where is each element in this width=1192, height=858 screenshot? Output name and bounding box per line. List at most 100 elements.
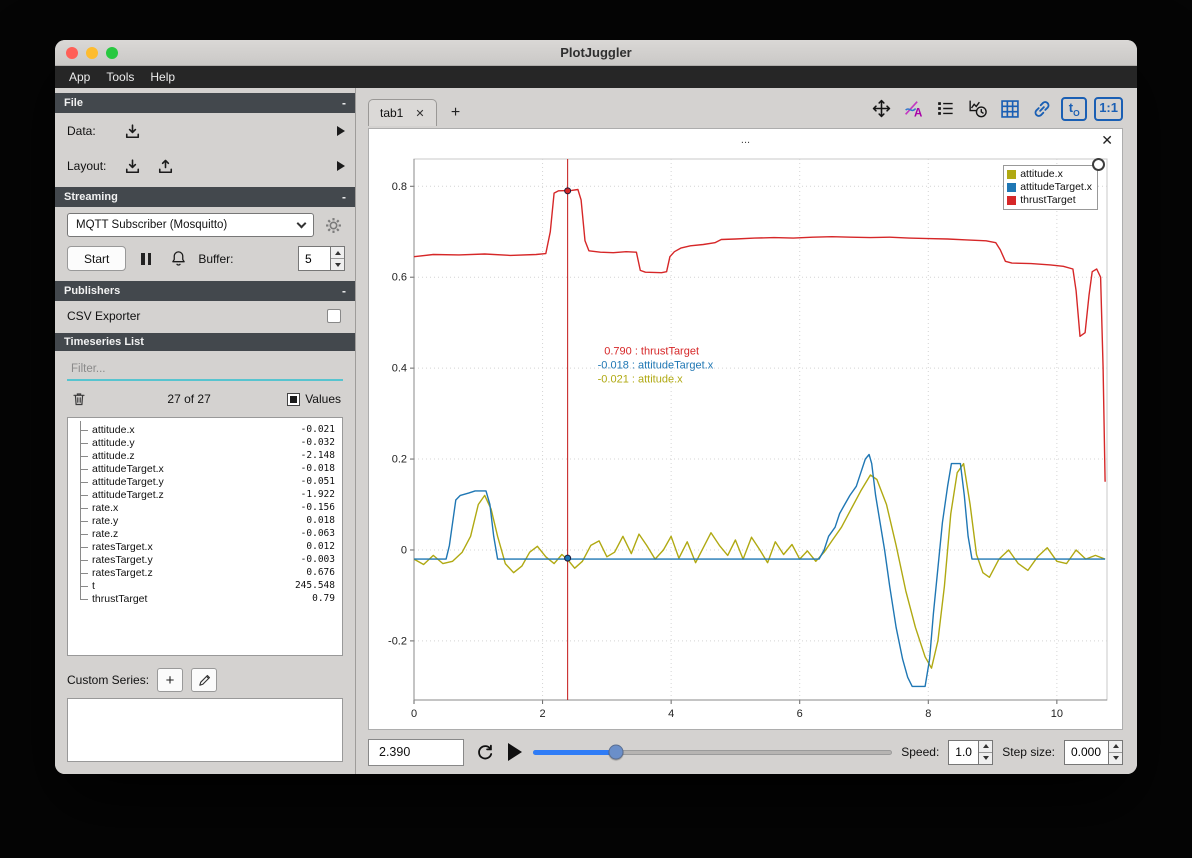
legend-entry[interactable]: thrustTarget (1007, 194, 1092, 206)
data-row: Data: (55, 113, 355, 148)
legend-entry[interactable]: attitudeTarget.x (1007, 181, 1092, 193)
timeseries-row[interactable]: t 245.548 (77, 577, 335, 594)
spin-down-button[interactable] (331, 259, 344, 270)
custom-series-label: Custom Series: (67, 673, 150, 687)
menu-bar: App Tools Help (55, 66, 1137, 88)
titlebar[interactable]: PlotJuggler (55, 40, 1137, 66)
tab-bar: tab1 ✕ + A t O 1:1 (356, 88, 1137, 126)
spin-up-button[interactable] (331, 247, 344, 259)
timeseries-row[interactable]: attitude.y -0.032 (77, 434, 335, 451)
step-size-label: Step size: (1002, 745, 1055, 759)
datetime-scale-button[interactable] (965, 96, 990, 121)
add-tab-button[interactable]: + (443, 100, 469, 126)
legend-toggle-button[interactable] (1092, 158, 1105, 171)
zoom-window-button[interactable] (106, 46, 118, 59)
import-icon (125, 158, 139, 173)
timeseries-row[interactable]: ratesTarget.x 0.012 (77, 538, 335, 555)
layout-menu-arrow-icon[interactable] (337, 161, 345, 171)
custom-series-row: Custom Series: + (55, 660, 355, 698)
step-size-spinner[interactable]: 0.000 (1064, 739, 1123, 765)
buffer-spinner[interactable]: 5 (298, 246, 345, 271)
save-layout-button[interactable] (153, 155, 177, 177)
edit-custom-series-button[interactable] (191, 668, 218, 692)
collapse-icon[interactable]: - (342, 96, 346, 110)
style-button[interactable]: A (901, 96, 926, 121)
streaming-section-header[interactable]: Streaming - (55, 187, 355, 207)
legend-entry[interactable]: attitude.x (1007, 168, 1092, 180)
publishers-section-header[interactable]: Publishers - (55, 281, 355, 301)
play-button[interactable] (508, 743, 522, 761)
add-custom-series-button[interactable]: + (157, 668, 184, 692)
streaming-source-select[interactable]: MQTT Subscriber (Mosquitto) (67, 213, 314, 237)
timeseries-row[interactable]: thrustTarget 0.79 (77, 590, 335, 605)
timeseries-section-header[interactable]: Timeseries List (55, 333, 355, 351)
spin-up-button[interactable] (979, 740, 993, 753)
timeseries-row[interactable]: rate.y 0.018 (77, 512, 335, 529)
values-toggle[interactable]: Values (287, 392, 341, 406)
close-plot-button[interactable]: ✕ (1101, 132, 1113, 149)
trim-time-button[interactable]: tO (1061, 96, 1088, 121)
timeseries-value: -0.003 (300, 554, 335, 565)
csv-exporter-checkbox[interactable] (327, 309, 341, 323)
streaming-settings-button[interactable] (321, 214, 345, 236)
series-count: 27 of 27 (167, 392, 211, 406)
plot-panel[interactable]: ... ✕ 0 2 4 6 8 10 -0.2 0 0.2 0.4 0.6 0.8 0.790 : th… (368, 128, 1123, 730)
streaming-section-title: Streaming (64, 191, 118, 203)
plot-toolbar: A tO 1:1 (869, 96, 1123, 126)
menu-app[interactable]: App (61, 70, 98, 84)
streaming-controls-row: Start Buffer: 5 (55, 239, 355, 277)
speed-value[interactable]: 1.0 (948, 739, 979, 765)
slider-thumb[interactable] (608, 744, 624, 760)
timeseries-value: -0.051 (300, 476, 335, 487)
timeseries-row[interactable]: attitudeTarget.y -0.051 (77, 473, 335, 490)
minimize-window-button[interactable] (86, 46, 98, 59)
load-layout-button[interactable] (120, 155, 144, 177)
step-size-value[interactable]: 0.000 (1064, 739, 1108, 765)
custom-series-list[interactable] (67, 698, 343, 762)
speed-spinner[interactable]: 1.0 (948, 739, 994, 765)
menu-help[interactable]: Help (142, 70, 183, 84)
export-icon (158, 159, 172, 173)
tab-close-icon[interactable]: ✕ (415, 107, 424, 120)
delete-series-button[interactable] (67, 388, 91, 410)
pause-button[interactable] (134, 248, 158, 270)
legend-label: attitudeTarget.x (1020, 181, 1092, 193)
tab-tab1[interactable]: tab1 ✕ (368, 99, 437, 126)
ratio-icon: 1:1 (1099, 99, 1118, 115)
close-window-button[interactable] (66, 46, 78, 59)
timeseries-row[interactable]: attitude.x -0.021 (77, 421, 335, 438)
link-axes-button[interactable] (1029, 96, 1054, 121)
load-data-button[interactable] (120, 120, 144, 142)
timeseries-row[interactable]: rate.x -0.156 (77, 499, 335, 516)
timeseries-row[interactable]: ratesTarget.y -0.003 (77, 551, 335, 568)
zoom-ratio-button[interactable]: 1:1 (1094, 96, 1123, 121)
timeseries-row[interactable]: rate.z -0.063 (77, 525, 335, 542)
filter-row (55, 351, 355, 383)
collapse-icon[interactable]: - (342, 190, 346, 204)
timeseries-row[interactable]: ratesTarget.z 0.676 (77, 564, 335, 581)
loop-button[interactable] (473, 741, 497, 763)
list-toolbar-row: 27 of 27 Values (55, 383, 355, 412)
buffer-value[interactable]: 5 (298, 246, 330, 271)
timeline-slider[interactable] (533, 743, 893, 761)
timeseries-row[interactable]: attitudeTarget.z -1.922 (77, 486, 335, 503)
buffer-spin-buttons (330, 246, 345, 271)
menu-tools[interactable]: Tools (98, 70, 142, 84)
current-time-field[interactable]: 2.390 (368, 738, 464, 766)
data-menu-arrow-icon[interactable] (337, 126, 345, 136)
filter-input[interactable] (67, 359, 343, 381)
fullscreen-button[interactable] (869, 96, 894, 121)
plot-canvas[interactable]: 0 2 4 6 8 10 -0.2 0 0.2 0.4 0.6 0.8 0.790 : thrustTa… (372, 151, 1119, 726)
file-section-header[interactable]: File - (55, 93, 355, 113)
timeseries-list[interactable]: attitude.x -0.021 attitude.y -0.032 attitude… (67, 417, 343, 656)
timeseries-row[interactable]: attitude.z -2.148 (77, 447, 335, 464)
grid-button[interactable] (997, 96, 1022, 121)
show-list-button[interactable] (933, 96, 958, 121)
spin-up-button[interactable] (1109, 740, 1122, 753)
collapse-icon[interactable]: - (342, 284, 346, 298)
timeseries-row[interactable]: attitudeTarget.x -0.018 (77, 460, 335, 477)
start-button[interactable]: Start (67, 246, 127, 271)
spin-down-button[interactable] (979, 752, 993, 764)
spin-down-button[interactable] (1109, 752, 1122, 764)
notifications-button[interactable] (166, 248, 190, 270)
